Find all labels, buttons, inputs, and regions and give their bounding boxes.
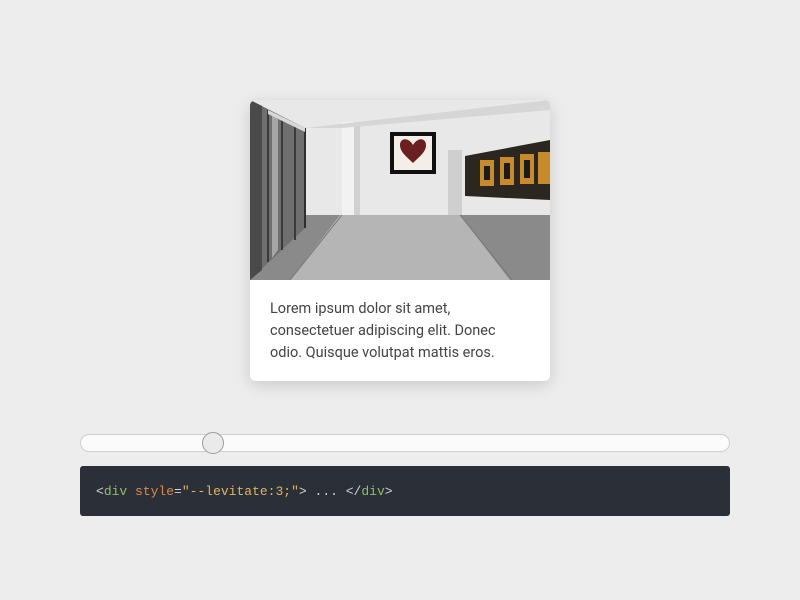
card-text: Lorem ipsum dolor sit amet, consectetuer… (250, 280, 550, 381)
code-space (127, 484, 135, 499)
code-slash: / (354, 484, 362, 499)
code-tag-close: div (361, 484, 384, 499)
card-image (250, 100, 550, 280)
code-string: --levitate:3; (190, 484, 291, 499)
code-snippet: <div style="--levitate:3;"> ... </div> (80, 466, 730, 516)
code-ellipsis: ... (307, 484, 346, 499)
slider-track[interactable] (80, 434, 730, 452)
code-eq: = (174, 484, 182, 499)
code-attr: style (135, 484, 174, 499)
code-angle-close2: > (385, 484, 393, 499)
gallery-image-icon (250, 100, 550, 280)
levitate-slider[interactable] (80, 432, 730, 454)
code-angle-close: > (299, 484, 307, 499)
slider-thumb[interactable] (202, 432, 224, 454)
code-tag-open: div (104, 484, 127, 499)
code-angle: < (96, 484, 104, 499)
code-quote-open: " (182, 484, 190, 499)
code-angle2: < (346, 484, 354, 499)
code-quote-close: " (291, 484, 299, 499)
preview-card: Lorem ipsum dolor sit amet, consectetuer… (250, 100, 550, 381)
